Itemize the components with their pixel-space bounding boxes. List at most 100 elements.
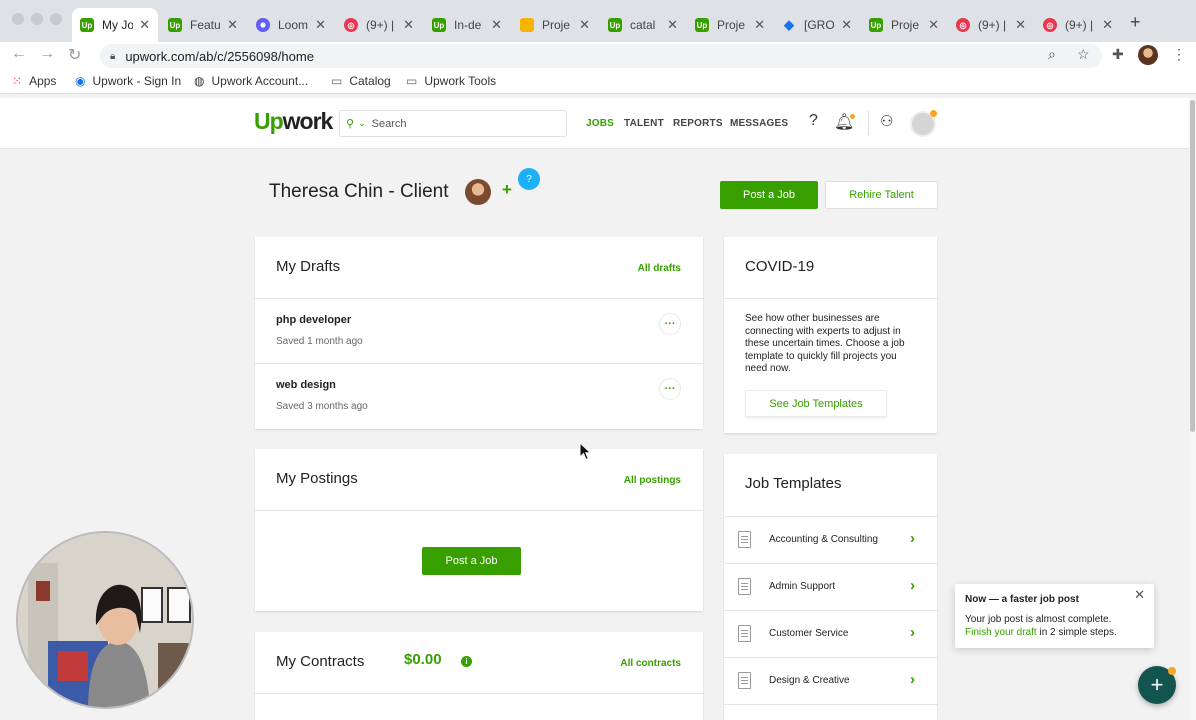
template-item[interactable] bbox=[724, 704, 937, 720]
back-arrow-icon[interactable]: ← bbox=[11, 45, 27, 63]
bookmark-label: Upwork Tools bbox=[424, 74, 497, 88]
bookmark-label: Upwork Account... bbox=[211, 74, 309, 88]
bookmark-apps[interactable]: ⁙ Apps bbox=[12, 74, 56, 88]
chevron-down-icon[interactable]: ⌄ bbox=[358, 118, 366, 129]
fab-notification-dot bbox=[1168, 667, 1176, 675]
see-job-templates-button[interactable]: See Job Templates bbox=[745, 390, 887, 417]
browser-tab[interactable]: Up catal ✕ bbox=[600, 8, 686, 42]
bookmark-label: Apps bbox=[29, 74, 57, 88]
forward-arrow-icon[interactable]: → bbox=[39, 45, 55, 63]
window-zoom-button[interactable] bbox=[50, 13, 62, 25]
browser-tab[interactable]: ◎ (9+) | ✕ bbox=[1035, 8, 1121, 42]
bookmark-tools[interactable]: ▭ Upwork Tools bbox=[406, 74, 496, 88]
browser-tab[interactable]: Up Proje ✕ bbox=[687, 8, 773, 42]
bookmark-account[interactable]: ◍ Upwork Account... bbox=[194, 74, 308, 88]
close-tab-icon[interactable]: ✕ bbox=[579, 17, 590, 33]
more-options-icon[interactable]: ··· bbox=[659, 313, 681, 335]
toast-line2: in 2 simple steps. bbox=[1036, 626, 1117, 638]
window-minimize-button[interactable] bbox=[31, 13, 43, 25]
more-options-icon[interactable]: ··· bbox=[659, 378, 681, 400]
add-team-member-icon[interactable]: + bbox=[502, 180, 512, 200]
tab-title: catal bbox=[630, 18, 656, 32]
upwork-header: Upwork ⚲ ⌄ Search JOBS TALENT REPORTS ME… bbox=[0, 98, 1196, 149]
notification-dot bbox=[850, 114, 855, 119]
close-tab-icon[interactable]: ✕ bbox=[1102, 17, 1113, 33]
upwork-favicon-icon: Up bbox=[168, 18, 182, 32]
browser-tab[interactable]: ◆ [GRO ✕ bbox=[774, 8, 860, 42]
draft-item[interactable]: php developer Saved 1 month ago ··· bbox=[255, 299, 703, 364]
all-drafts-link[interactable]: All drafts bbox=[638, 263, 681, 274]
browser-tab[interactable]: Proje ✕ bbox=[512, 8, 598, 42]
tab-title: Proje bbox=[542, 18, 571, 32]
close-tab-icon[interactable]: ✕ bbox=[227, 17, 238, 33]
template-item[interactable]: Accounting & Consulting › bbox=[724, 516, 937, 563]
nav-messages[interactable]: MESSAGES bbox=[730, 118, 788, 129]
post-job-button[interactable]: Post a Job bbox=[422, 547, 521, 575]
scrollbar-thumb[interactable] bbox=[1190, 100, 1195, 432]
upwork-logo[interactable]: Upwork bbox=[254, 108, 334, 135]
tab-title: Featu bbox=[190, 18, 221, 32]
template-item[interactable]: Design & Creative › bbox=[724, 657, 937, 704]
upwork-favicon-icon: Up bbox=[869, 18, 883, 32]
nav-jobs[interactable]: JOBS bbox=[586, 118, 614, 129]
new-tab-icon[interactable]: + bbox=[1130, 12, 1141, 33]
browser-tab[interactable]: ✸ Loom ✕ bbox=[248, 8, 334, 42]
close-tab-icon[interactable]: ✕ bbox=[139, 17, 150, 33]
menu-icon[interactable]: ⋮ bbox=[1172, 46, 1186, 63]
team-settings-icon[interactable]: ⚇ bbox=[880, 112, 893, 130]
profile-avatar[interactable] bbox=[1138, 45, 1158, 65]
help-bubble-icon[interactable]: ? bbox=[518, 168, 540, 190]
close-tab-icon[interactable]: ✕ bbox=[667, 17, 678, 33]
post-job-button[interactable]: Post a Job bbox=[720, 181, 818, 209]
draft-name[interactable]: web design bbox=[276, 379, 336, 391]
help-icon[interactable]: ? bbox=[809, 112, 818, 130]
draft-name[interactable]: php developer bbox=[276, 314, 351, 326]
browser-tab[interactable]: ◎ (9+) | ✕ bbox=[948, 8, 1034, 42]
search-input[interactable]: ⚲ ⌄ Search bbox=[339, 110, 567, 137]
job-templates-card: Job Templates Accounting & Consulting › … bbox=[724, 454, 937, 720]
browser-tab[interactable]: Up My Jo ✕ bbox=[72, 8, 158, 42]
draft-item[interactable]: web design Saved 3 months ago ··· bbox=[255, 364, 703, 429]
all-postings-link[interactable]: All postings bbox=[624, 475, 681, 486]
close-icon[interactable]: ✕ bbox=[1134, 587, 1145, 603]
browser-tab[interactable]: Up In-de ✕ bbox=[424, 8, 510, 42]
close-tab-icon[interactable]: ✕ bbox=[754, 17, 765, 33]
browser-tab[interactable]: Up Proje ✕ bbox=[861, 8, 947, 42]
bookmark-catalog[interactable]: ▭ Catalog bbox=[331, 74, 391, 88]
document-icon bbox=[738, 672, 751, 689]
logo-up: Up bbox=[254, 108, 284, 134]
url-text: upwork.com/ab/c/2556098/home bbox=[125, 48, 314, 64]
close-tab-icon[interactable]: ✕ bbox=[928, 17, 939, 33]
all-contracts-link[interactable]: All contracts bbox=[620, 658, 681, 669]
close-tab-icon[interactable]: ✕ bbox=[315, 17, 326, 33]
close-tab-icon[interactable]: ✕ bbox=[841, 17, 852, 33]
slides-favicon-icon bbox=[520, 18, 534, 32]
finish-draft-link[interactable]: Finish your draft bbox=[965, 627, 1037, 638]
close-tab-icon[interactable]: ✕ bbox=[1015, 17, 1026, 33]
logo-work: work bbox=[282, 108, 334, 134]
user-avatar[interactable] bbox=[910, 110, 937, 137]
window-close-button[interactable] bbox=[12, 13, 24, 25]
info-icon[interactable]: i bbox=[461, 656, 472, 667]
bookmark-signin[interactable]: ◉ Upwork - Sign In bbox=[75, 74, 181, 88]
browser-tab[interactable]: Up Featu ✕ bbox=[160, 8, 246, 42]
close-tab-icon[interactable]: ✕ bbox=[403, 17, 414, 33]
template-item[interactable]: Customer Service › bbox=[724, 610, 937, 657]
contracts-card: My Contracts $0.00 i All contracts bbox=[255, 632, 703, 720]
nav-reports[interactable]: REPORTS bbox=[673, 118, 723, 129]
tab-title: My Jo bbox=[102, 18, 134, 32]
tab-title: (9+) | bbox=[1065, 18, 1094, 32]
zoom-icon[interactable]: ⌕ bbox=[1048, 46, 1056, 63]
browser-tab-bar: Up My Jo ✕ Up Featu ✕ ✸ Loom ✕ ◎ (9+) | … bbox=[0, 0, 1196, 42]
browser-tab[interactable]: ◎ (9+) | ✕ bbox=[336, 8, 422, 42]
nav-talent[interactable]: TALENT bbox=[624, 118, 664, 129]
covid-description: See how other businesses are connecting … bbox=[745, 313, 905, 374]
star-icon[interactable]: ☆ bbox=[1077, 46, 1090, 63]
extensions-icon[interactable]: ✚ bbox=[1112, 46, 1124, 63]
upwork-favicon-icon: Up bbox=[432, 18, 446, 32]
reload-icon[interactable]: ↻ bbox=[68, 45, 81, 65]
template-item[interactable]: Admin Support › bbox=[724, 563, 937, 610]
rehire-talent-button[interactable]: Rehire Talent bbox=[825, 181, 938, 209]
address-bar[interactable]: 🔒︎ upwork.com/ab/c/2556098/home bbox=[100, 44, 1102, 68]
close-tab-icon[interactable]: ✕ bbox=[491, 17, 502, 33]
